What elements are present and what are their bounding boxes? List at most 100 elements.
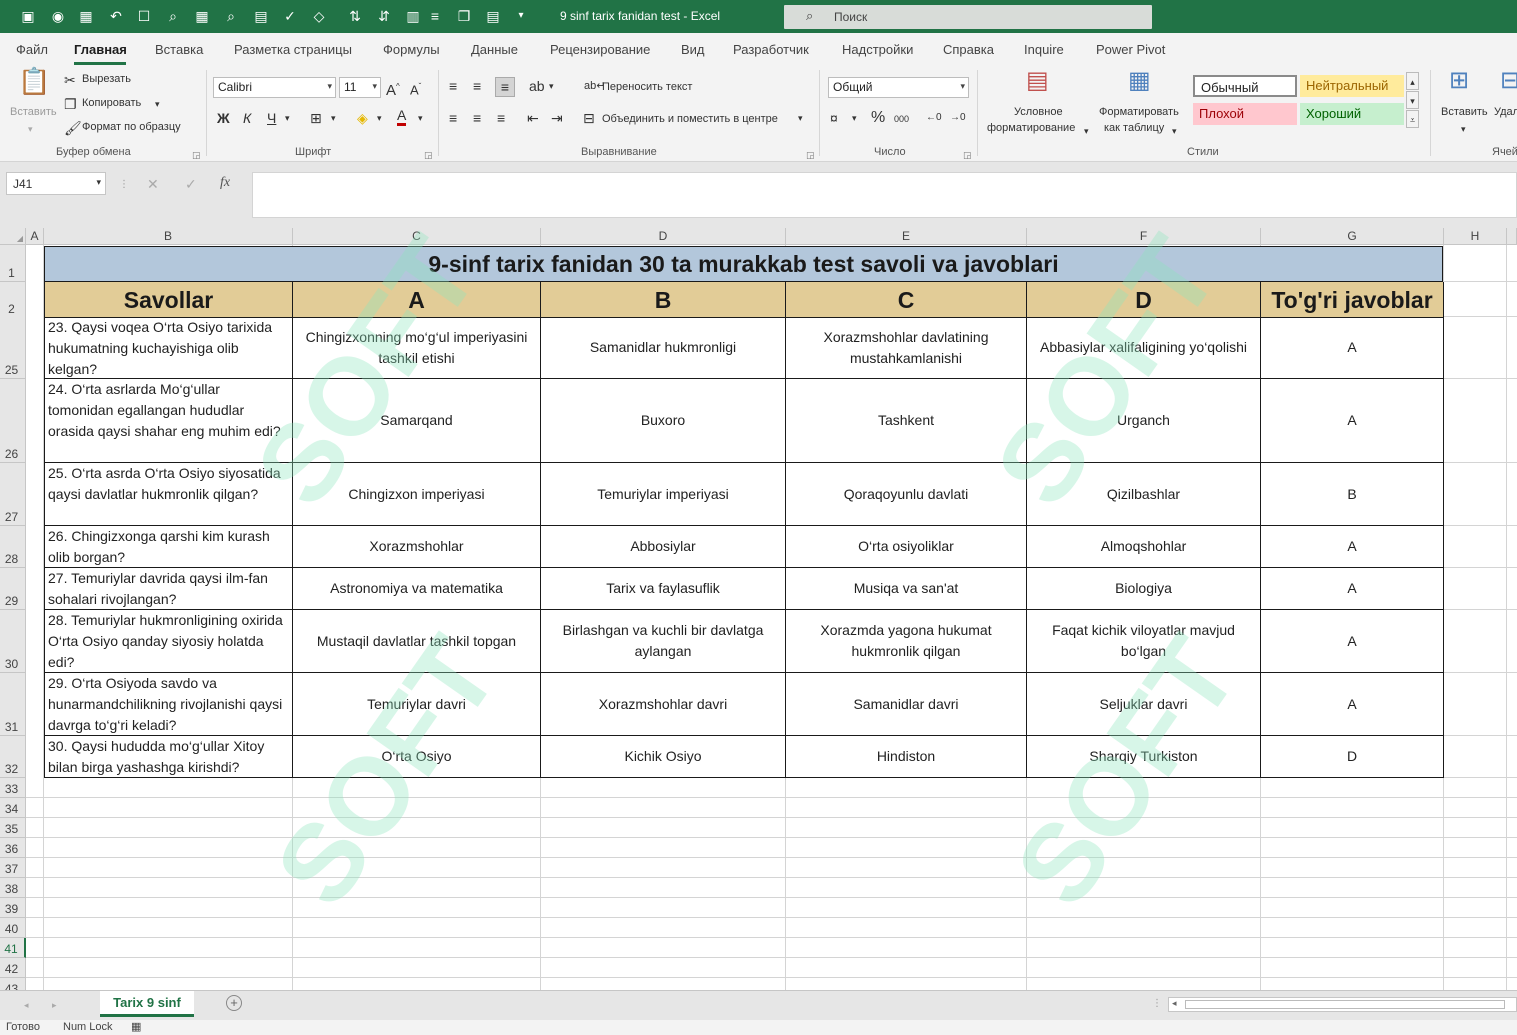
enter-icon[interactable]: ✓ <box>185 175 197 193</box>
column-header-h[interactable]: H <box>1444 228 1507 245</box>
option-cell[interactable]: Samanidlar hukmronligi <box>541 317 786 379</box>
delete-cells-button[interactable]: Удал <box>1494 106 1517 118</box>
insert-cells-button[interactable]: Вставить <box>1441 106 1488 118</box>
option-cell[interactable]: Xorazmda yagona hukumat hukmronlik qilga… <box>786 610 1027 673</box>
header-d[interactable]: D <box>1027 282 1261 318</box>
option-cell[interactable]: Tashkent <box>786 379 1027 463</box>
column-header-g[interactable]: G <box>1261 228 1444 245</box>
search-input[interactable]: ⌕ Поиск <box>784 5 1152 29</box>
row-header[interactable]: 29 <box>0 568 26 610</box>
row-header[interactable]: 41 <box>0 938 26 958</box>
header-c[interactable]: C <box>786 282 1027 318</box>
option-cell[interactable]: Qoraqoyunlu davlati <box>786 463 1027 526</box>
merge-center-icon[interactable]: ⊟ <box>583 109 595 127</box>
font-size-combo[interactable]: 11 ▾ <box>339 77 381 98</box>
row-header[interactable]: 26 <box>0 379 26 463</box>
borders-icon[interactable]: ⊞ <box>310 109 322 127</box>
question-cell[interactable]: 24. O‘rta asrlarda Mo‘g‘ullar tomonidan … <box>44 379 293 463</box>
insert-chevron-icon[interactable]: ▾ <box>1461 120 1466 138</box>
currency-chevron-icon[interactable]: ▾ <box>852 109 857 127</box>
answer-cell[interactable]: A <box>1261 568 1444 610</box>
row-header[interactable]: 33 <box>0 778 26 798</box>
question-cell[interactable]: 23. Qaysi voqea O‘rta Osiyo tarixida huk… <box>44 317 293 379</box>
print-icon[interactable]: ▤ <box>253 8 269 24</box>
row-header[interactable]: 40 <box>0 918 26 938</box>
question-cell[interactable]: 25. O‘rta asrda O‘rta Osiyo siyosatida q… <box>44 463 293 526</box>
option-cell[interactable]: Temuriylar imperiyasi <box>541 463 786 526</box>
save-icon[interactable]: ▣ <box>20 8 36 24</box>
option-cell[interactable]: Hindiston <box>786 736 1027 778</box>
option-cell[interactable]: Qizilbashlar <box>1027 463 1261 526</box>
question-cell[interactable]: 28. Temuriylar hukmronligining oxirida O… <box>44 610 293 673</box>
option-cell[interactable]: Abbasiylar xalifaligining yo‘qolishi <box>1027 317 1261 379</box>
question-cell[interactable]: 29. O‘rta Osiyoda savdo va hunarmandchil… <box>44 673 293 736</box>
styles-more-icon[interactable]: ⩡ <box>1406 110 1419 128</box>
tab-file[interactable]: Файл <box>16 42 48 57</box>
column-header-a[interactable]: A <box>26 228 44 245</box>
option-cell[interactable]: Faqat kichik viloyatlar mavjud bo‘lgan <box>1027 610 1261 673</box>
cut-button[interactable]: Вырезать <box>82 73 131 85</box>
conditional-format-label-1[interactable]: Условное <box>1014 106 1063 118</box>
styles-scroll-down-icon[interactable]: ▾ <box>1406 91 1419 109</box>
worksheet-grid[interactable]: ◢ A B C D E F G H 1 2 25 26 27 28 29 30 31 32 33 34… <box>0 228 1517 990</box>
table-icon[interactable]: ▦ <box>78 8 94 24</box>
option-cell[interactable]: Sharqiy Turkiston <box>1027 736 1261 778</box>
style-good[interactable]: Хороший <box>1300 103 1404 125</box>
scroll-left-arrow-icon[interactable]: ◂ <box>1172 998 1177 1009</box>
font-color-icon[interactable]: A <box>397 107 407 126</box>
zoom-in-icon[interactable]: ⌕ <box>223 8 239 24</box>
check-icon[interactable]: ✓ <box>282 8 298 24</box>
tab-inquire[interactable]: Inquire <box>1024 42 1064 57</box>
row-header[interactable]: 31 <box>0 673 26 736</box>
option-cell[interactable]: Mustaqil davlatlar tashkil topgan <box>293 610 541 673</box>
conditional-format-label-2[interactable]: форматирование <box>987 122 1075 134</box>
row-header[interactable]: 34 <box>0 798 26 818</box>
row-header[interactable]: 39 <box>0 898 26 918</box>
align-right-icon[interactable]: ≡ <box>497 109 505 127</box>
answer-cell[interactable]: A <box>1261 317 1444 379</box>
row-header[interactable]: 2 <box>0 282 26 318</box>
paste-chevron-icon[interactable]: ▾ <box>28 120 33 138</box>
increase-decimal-icon[interactable]: ←0 <box>926 109 942 127</box>
style-bad[interactable]: Плохой <box>1193 103 1297 125</box>
shape-icon[interactable]: ☐ <box>136 8 152 24</box>
percent-icon[interactable]: % <box>871 109 885 127</box>
name-box[interactable]: J41 ▾ <box>6 172 106 195</box>
customize-chevron-icon[interactable]: ▾ <box>513 8 529 24</box>
sheet-title[interactable]: 9-sinf tarix fanidan 30 ta murakkab test… <box>44 246 1443 282</box>
conditional-format-chevron-icon[interactable]: ▾ <box>1084 122 1089 140</box>
row-header[interactable]: 32 <box>0 736 26 778</box>
grid-icon[interactable]: ▦ <box>194 8 210 24</box>
align-bottom-icon[interactable]: ≡ <box>495 77 515 97</box>
style-normal[interactable]: Обычный <box>1193 75 1297 97</box>
formula-input[interactable] <box>252 172 1517 218</box>
filter-icon[interactable]: ⇵ <box>376 8 392 24</box>
scrollbar-thumb[interactable] <box>1185 1000 1505 1009</box>
decrease-decimal-icon[interactable]: →0 <box>950 109 966 127</box>
option-cell[interactable]: Xorazmshohlar davri <box>541 673 786 736</box>
option-cell[interactable]: Kichik Osiyo <box>541 736 786 778</box>
eraser-icon[interactable]: ◇ <box>311 8 327 24</box>
decrease-font-icon[interactable]: Aˇ <box>410 78 421 99</box>
add-sheet-button[interactable]: + <box>226 995 242 1011</box>
option-cell[interactable]: Almoqshohlar <box>1027 526 1261 568</box>
italic-button[interactable]: К <box>243 109 251 127</box>
record-icon[interactable]: ◉ <box>50 8 66 24</box>
number-format-combo[interactable]: Общий ▾ <box>828 77 969 98</box>
insert-function-button[interactable]: fx <box>220 174 230 192</box>
styles-scroll-up-icon[interactable]: ▴ <box>1406 72 1419 90</box>
row-header[interactable]: 27 <box>0 463 26 526</box>
row-header[interactable]: 36 <box>0 838 26 858</box>
column-header-e[interactable]: E <box>786 228 1027 245</box>
merge-chevron-icon[interactable]: ▾ <box>798 109 803 127</box>
option-cell[interactable]: Samanidlar davri <box>786 673 1027 736</box>
merge-center-button[interactable]: Объединить и поместить в центре <box>602 113 778 125</box>
cancel-icon[interactable]: ✕ <box>147 175 159 193</box>
increase-indent-icon[interactable]: ⇥ <box>551 109 563 127</box>
tab-review[interactable]: Рецензирование <box>550 42 650 57</box>
option-cell[interactable]: Chingizxonning mo‘g‘ul imperiyasini tash… <box>293 317 541 379</box>
tab-view[interactable]: Вид <box>681 42 705 57</box>
row-header[interactable]: 25 <box>0 317 26 379</box>
tab-developer[interactable]: Разработчик <box>733 42 809 57</box>
answer-cell[interactable]: A <box>1261 610 1444 673</box>
